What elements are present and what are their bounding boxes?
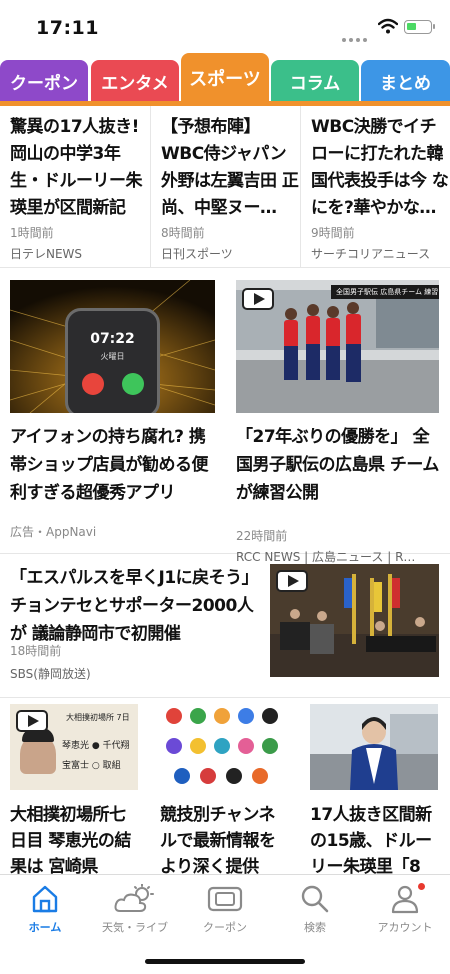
nav-label: 天気・ライブ — [102, 921, 168, 934]
nav-label: アカウント — [377, 921, 433, 934]
article-time: 9時間前 — [311, 226, 355, 240]
ad-card[interactable]: 07:22 火曜日 アイフォンの持ち腐れ? 携帯ショップ店員が勧める便利すぎる超… — [10, 280, 215, 543]
wifi-icon — [378, 18, 398, 34]
nav-label: クーポン — [203, 921, 247, 934]
runner-thumbnail — [310, 704, 438, 790]
coupon-icon — [207, 886, 243, 912]
sumo-thumbnail: 大相撲初場所 7日 琴恵光 ● 千代翔 宝富士 ○ 取組 — [10, 704, 138, 790]
video-caption: 全国男子駅伝 広島県チーム 練習を公 — [336, 288, 439, 296]
tab-matome[interactable]: まとめ — [361, 60, 450, 102]
tab-label: スポーツ — [189, 68, 261, 90]
phone-day: 火曜日 — [100, 352, 125, 361]
tab-label: まとめ — [380, 73, 431, 94]
article-title: WBC決勝でイチローに打たれた韓国代表投手は今 なにを?華やかな… — [311, 117, 449, 218]
nav-label: 検索 — [304, 921, 326, 934]
article-time: 18時間前 — [10, 644, 62, 658]
article-title: アイフォンの持ち腐れ? 携帯ショップ店員が勧める便利すぎる超優秀アプリ — [10, 427, 209, 503]
nav-label: ホーム — [28, 921, 62, 934]
decline-call-icon — [82, 373, 104, 395]
account-icon — [391, 885, 419, 914]
tab-entertainment[interactable]: エンタメ — [91, 60, 179, 102]
article-card[interactable]: 「エスパルスを早くJ1に戻そう」 チョンテセとサポーター2000人が 議論静岡市… — [0, 554, 450, 698]
category-tabs: クーポン エンタメ スポーツ コラム まとめ — [0, 52, 450, 106]
article-time: 1時間前 — [10, 226, 54, 240]
article-source: 日刊スポーツ — [161, 247, 233, 261]
featured-article-row: 07:22 火曜日 アイフォンの持ち腐れ? 携帯ショップ店員が勧める便利すぎる超… — [0, 268, 450, 564]
tab-label: クーポン — [10, 73, 78, 94]
article-card[interactable]: 全国男子駅伝 広島県チーム 練習を公 「27年ぶりの優勝を」 全国男子駅伝の広島… — [236, 280, 441, 567]
play-video-icon — [16, 710, 48, 732]
article-title: 17人抜き区間新の15歳、ドルーリー朱瑛里「8 — [310, 805, 432, 877]
home-icon — [32, 885, 58, 913]
play-video-icon — [276, 570, 308, 592]
article-title: 大相撲初場所七日目 琴恵光の結果は 宮崎県 — [10, 805, 131, 877]
weather-icon — [114, 884, 154, 912]
article-title: 驚異の17人抜き! 岡山の中学3年生・ドルーリー朱瑛里が区間新記録… — [10, 117, 143, 218]
thumb-heading: 大相撲初場所 7日 — [66, 713, 130, 722]
phone-clock: 07:22 — [90, 331, 135, 347]
runner-portrait-image — [310, 704, 438, 790]
thumb-line1: 琴恵光 ● 千代翔 — [62, 741, 130, 751]
nav-account[interactable]: アカウント — [360, 881, 450, 941]
notification-dot — [418, 883, 425, 890]
nav-coupon[interactable]: クーポン — [180, 881, 270, 941]
article-card[interactable]: 驚異の17人抜き! 岡山の中学3年生・ドルーリー朱瑛里が区間新記録… 1時間前 … — [0, 106, 150, 268]
article-title: 競技別チャンネルで最新情報をより深く提供中。 — [160, 805, 276, 877]
article-time: 8時間前 — [161, 226, 205, 240]
tab-label: コラム — [289, 73, 341, 94]
article-thumbnail — [270, 564, 439, 677]
article-title: 「27年ぶりの優勝を」 全国男子駅伝の広島県 チームが練習公開 — [236, 427, 439, 503]
thumb-line2: 宝富士 ○ 取組 — [62, 761, 121, 771]
nav-weather-live[interactable]: 天気・ライブ — [90, 881, 180, 941]
article-title: 【予想布陣】WBC侍ジャパン 外野は左翼吉田 正尚、中堅ヌー… — [161, 117, 299, 218]
article-source: 日テレNEWS — [10, 247, 83, 261]
search-icon — [301, 885, 329, 913]
sports-icons-thumbnail — [160, 704, 288, 790]
status-bar: 17:11 — [0, 0, 450, 52]
article-card[interactable]: WBC決勝でイチローに打たれた韓国代表投手は今 なにを?華やかな… 9時間前 サ… — [300, 106, 450, 268]
tab-label: エンタメ — [101, 73, 169, 94]
tab-coupon[interactable]: クーポン — [0, 60, 88, 102]
tab-sports[interactable]: スポーツ — [181, 53, 269, 102]
nav-home[interactable]: ホーム — [0, 881, 90, 941]
article-card[interactable]: 大相撲初場所 7日 琴恵光 ● 千代翔 宝富士 ○ 取組 大相撲初場所七日目 琴… — [10, 704, 140, 880]
article-title: 「エスパルスを早くJ1に戻そう」 チョンテセとサポーター2000人が 議論静岡市… — [10, 568, 259, 644]
article-thumbnail: 全国男子駅伝 広島県チーム 練習を公 — [236, 280, 439, 413]
status-time: 17:11 — [36, 17, 99, 39]
play-video-icon — [242, 288, 274, 310]
sports-icons-image — [166, 708, 278, 784]
bottom-article-row: 大相撲初場所 7日 琴恵光 ● 千代翔 宝富士 ○ 取組 大相撲初場所七日目 琴… — [0, 698, 450, 877]
signal-dots-icon — [342, 27, 370, 46]
nav-search[interactable]: 検索 — [270, 881, 360, 941]
ad-source: 広告・AppNavi — [10, 525, 97, 539]
ad-thumbnail: 07:22 火曜日 — [10, 280, 215, 413]
article-card[interactable]: 【予想布陣】WBC侍ジャパン 外野は左翼吉田 正尚、中堅ヌー… 8時間前 日刊ス… — [150, 106, 300, 268]
sports-channel-card[interactable]: 競技別チャンネルで最新情報をより深く提供中。 — [160, 704, 290, 880]
accept-call-icon — [122, 373, 144, 395]
article-card[interactable]: 17人抜き区間新の15歳、ドルーリー朱瑛里「8 — [310, 704, 440, 880]
article-source: SBS(静岡放送) — [10, 667, 91, 681]
article-time: 22時間前 — [236, 529, 288, 543]
phone-image: 07:22 火曜日 — [65, 308, 160, 413]
battery-icon — [404, 20, 435, 34]
tab-column[interactable]: コラム — [271, 60, 359, 102]
home-indicator — [145, 959, 305, 964]
top-article-row: 驚異の17人抜き! 岡山の中学3年生・ドルーリー朱瑛里が区間新記録… 1時間前 … — [0, 106, 450, 268]
article-source: サーチコリアニュース — [311, 247, 431, 261]
